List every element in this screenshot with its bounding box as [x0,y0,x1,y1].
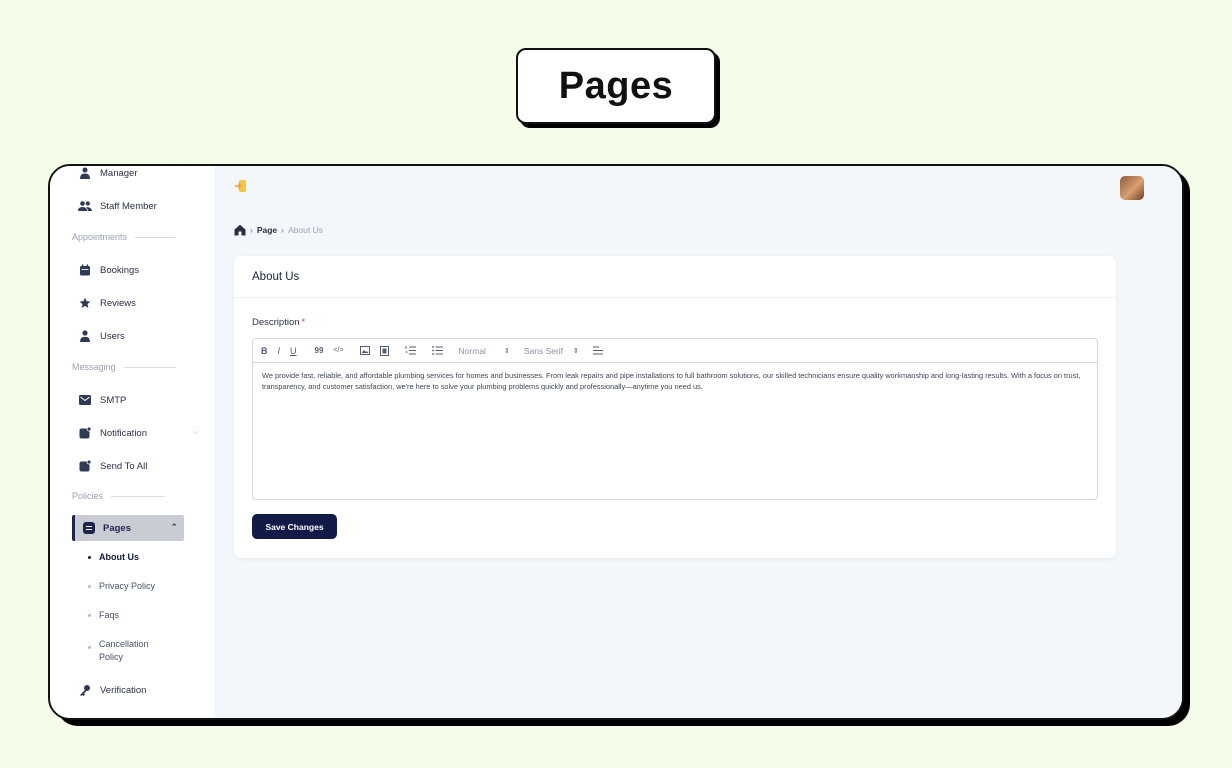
sidebar-item-label: Bookings [100,264,140,276]
sidebar-item-label: Verification [100,684,147,696]
image-button[interactable] [359,344,370,358]
app-window: Manager Staff Member Appointments Bookin… [48,164,1184,720]
sidebar-item-send-to-all[interactable]: Send To All [78,458,147,474]
sidebar-subitem-cancellation-policy[interactable]: Cancellation Policy [88,638,160,664]
bullet-icon [88,614,91,617]
sidebar-subitem-privacy-policy[interactable]: Privacy Policy [88,580,155,593]
code-button[interactable]: </> [333,344,343,358]
send-icon [78,459,92,473]
sidebar-item-label: Users [100,330,125,342]
sidebar-item-label: Reviews [100,297,136,309]
blockquote-button[interactable]: 99 [315,344,324,358]
sidebar-item-reviews[interactable]: Reviews [78,295,136,311]
ordered-list-button[interactable] [405,344,416,358]
section-divider [135,236,176,238]
sidebar-item-label: SMTP [100,394,127,406]
video-button[interactable] [379,344,389,358]
sidebar-item-manager[interactable]: Manager [78,166,138,181]
chevron-up-icon: ⌃ [170,522,178,532]
ordered-list-icon [405,346,416,355]
sidebar-item-notification[interactable]: Notification ⌵ [78,425,198,441]
chevron-down-icon: ⌵ [192,429,198,436]
section-messaging: Messaging [72,362,176,372]
bullet-icon [88,556,91,559]
description-label: Description * [252,317,306,328]
underline-button[interactable]: U [290,344,297,358]
font-select[interactable]: Sans Serif ⇕ [524,346,579,356]
about-us-card: About Us Description * B I U 99 </> Norm… [234,256,1116,558]
bullet-icon [88,585,91,588]
align-icon [592,346,603,355]
sidebar-item-label: Manager [100,167,138,179]
sidebar-item-verification[interactable]: Verification [78,682,146,698]
editor-content[interactable]: We provide fast, reliable, and affordabl… [253,363,1097,399]
sidebar-item-label: Staff Member [100,200,157,212]
key-icon [78,683,92,697]
sidebar-item-label: Send To All [100,460,148,472]
calendar-icon [78,263,92,277]
sidebar-item-pages[interactable]: Pages ⌃ [72,515,184,541]
sidebar-item-users[interactable]: Users [78,328,125,344]
home-icon[interactable] [234,224,246,236]
sidebar-item-label: Notification [100,427,147,439]
sidebar: Manager Staff Member Appointments Bookin… [50,166,214,718]
header-select[interactable]: Normal ⇕ [459,346,510,356]
bullet-list-button[interactable] [431,344,443,358]
video-icon [379,345,389,356]
required-mark: * [301,317,306,328]
breadcrumb-separator: › [250,225,253,235]
manager-icon [78,166,92,180]
bold-button[interactable]: B [261,344,268,358]
breadcrumb: › Page › About Us [234,224,323,236]
section-appointments: Appointments [72,232,176,242]
bullet-icon [88,646,91,649]
italic-button[interactable]: I [278,344,281,358]
logout-icon[interactable] [234,179,248,193]
section-policies: Policies [72,491,166,501]
rich-text-editor: B I U 99 </> Normal ⇕ Sans Serif ⇕ We pr… [252,338,1098,500]
avatar[interactable] [1120,176,1144,200]
select-arrows-icon: ⇕ [573,347,579,355]
section-divider [111,495,166,497]
breadcrumb-current: About Us [288,225,323,235]
select-arrows-icon: ⇕ [503,347,510,355]
user-icon [78,329,92,343]
notification-icon [78,426,92,440]
page-title: Pages [516,48,716,124]
page-title-badge: Pages [516,48,720,128]
bullet-list-icon [431,346,443,355]
section-divider [123,366,176,368]
pages-icon [83,522,95,534]
sidebar-item-bookings[interactable]: Bookings [78,262,139,278]
sidebar-item-label: Pages [103,522,131,534]
save-changes-button[interactable]: Save Changes [252,514,337,539]
editor-toolbar: B I U 99 </> Normal ⇕ Sans Serif ⇕ [253,339,1097,363]
mail-icon [78,393,92,407]
star-icon [78,296,92,310]
sidebar-subitem-about-us[interactable]: About Us [88,551,139,564]
staff-icon [78,199,92,213]
align-button[interactable] [592,344,603,358]
sidebar-item-staff-member[interactable]: Staff Member [78,198,157,214]
main-content: › Page › About Us About Us Description * … [214,166,1182,718]
image-icon [359,346,370,355]
breadcrumb-separator: › [281,225,285,235]
breadcrumb-page[interactable]: Page [257,225,277,235]
card-title: About Us [234,256,1116,298]
sidebar-subitem-faqs[interactable]: Faqs [88,609,119,622]
sidebar-item-smtp[interactable]: SMTP [78,392,126,408]
